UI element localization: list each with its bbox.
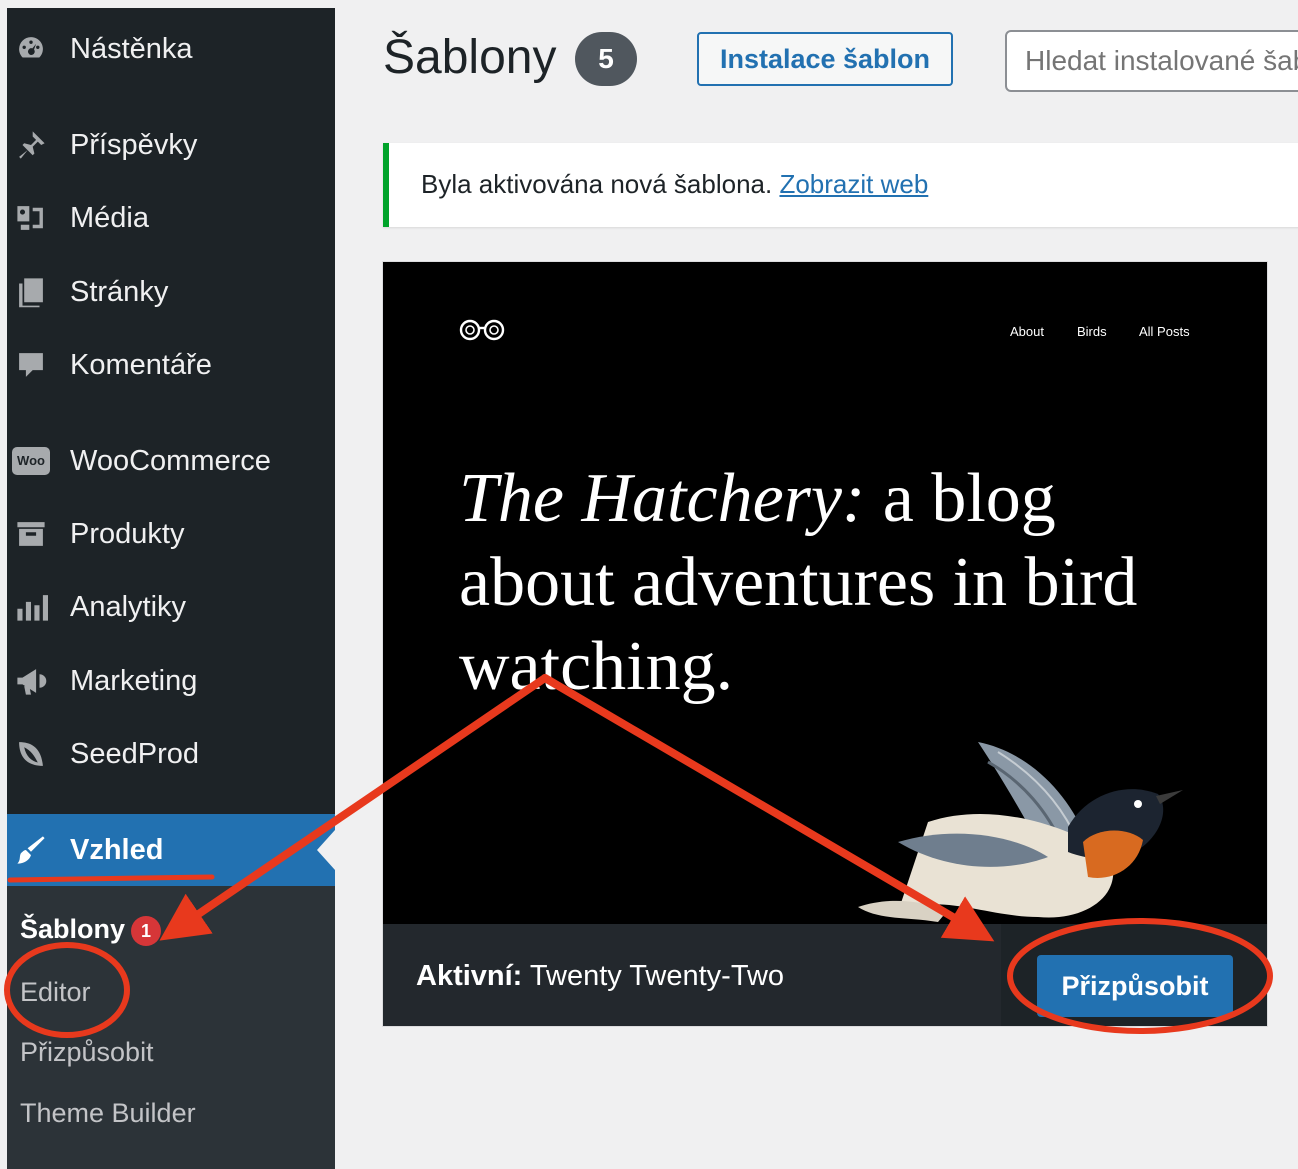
menu-item-analytics[interactable]: Analytiky: [7, 581, 335, 633]
submenu-item-theme-builder[interactable]: Theme Builder: [20, 1098, 196, 1129]
submenu-label: Šablony: [20, 914, 126, 944]
menu-item-woocommerce[interactable]: Woo WooCommerce: [7, 435, 335, 487]
menu-label: Média: [70, 201, 149, 234]
paintbrush-icon: [11, 830, 51, 870]
menu-label: Příspěvky: [70, 128, 198, 161]
megaphone-icon: [11, 661, 51, 701]
pin-icon: [11, 125, 51, 165]
menu-label: Stránky: [70, 275, 169, 308]
preview-nav-birds: Birds: [1077, 324, 1107, 339]
chart-bar-icon: [11, 587, 51, 627]
woo-icon: Woo: [11, 441, 51, 481]
menu-item-comments[interactable]: Komentáře: [7, 339, 335, 391]
menu-item-media[interactable]: Média: [7, 192, 335, 244]
menu-label: Nástěnka: [70, 32, 193, 65]
menu-label: Produkty: [70, 517, 185, 550]
menu-item-marketing[interactable]: Marketing: [7, 655, 335, 707]
menu-item-products[interactable]: Produkty: [7, 508, 335, 560]
comment-icon: [11, 345, 51, 385]
archive-icon: [11, 514, 51, 554]
menu-label: Vzhled: [70, 833, 164, 866]
seedprod-icon: [11, 734, 51, 774]
install-themes-button[interactable]: Instalace šablon: [697, 32, 953, 86]
dashboard-icon: [11, 29, 51, 69]
binoculars-logo-icon: [459, 319, 505, 341]
active-prefix: Aktivní:: [416, 960, 523, 992]
notice-message: Byla aktivována nová šablona.: [421, 169, 773, 199]
menu-label: Komentáře: [70, 348, 212, 381]
theme-card-footer: Aktivní: Twenty Twenty-Two Přizpůsobit: [383, 924, 1267, 1026]
preview-headline: The Hatchery: a blog about adventures in…: [459, 457, 1179, 709]
update-badge: 1: [131, 915, 162, 946]
active-theme-name: Twenty Twenty-Two: [529, 960, 785, 992]
menu-item-pages[interactable]: Stránky: [7, 266, 335, 318]
active-theme-card[interactable]: About Birds All Posts The Hatchery: a bl…: [383, 262, 1267, 1026]
page-title: Šablony: [383, 31, 557, 84]
appearance-submenu: Šablony 1 Editor Přizpůsobit Theme Builde…: [7, 886, 335, 1169]
menu-item-appearance[interactable]: Vzhled: [7, 814, 335, 886]
menu-label: Analytiky: [70, 590, 187, 623]
active-theme-label: Aktivní: Twenty Twenty-Two: [416, 960, 784, 993]
submenu-item-themes[interactable]: Šablony 1: [20, 914, 162, 946]
bird-illustration: [858, 742, 1183, 922]
admin-sidebar: Nástěnka Příspěvky Média Stránky Komentá…: [7, 8, 335, 1169]
media-icon: [11, 198, 51, 238]
notice-text: Byla aktivována nová šablona. Zobrazit w…: [421, 169, 928, 200]
pages-icon: [11, 272, 51, 312]
view-site-link[interactable]: Zobrazit web: [779, 169, 928, 199]
preview-nav-all-posts: All Posts: [1139, 324, 1190, 339]
menu-item-dashboard[interactable]: Nástěnka: [7, 23, 335, 75]
submenu-item-customize[interactable]: Přizpůsobit: [20, 1037, 154, 1068]
submenu-item-editor[interactable]: Editor: [20, 977, 91, 1008]
menu-item-posts[interactable]: Příspěvky: [7, 119, 335, 171]
woo-icon-text: Woo: [12, 447, 50, 475]
headline-italic: The Hatchery:: [459, 460, 866, 537]
theme-count-badge: 5: [575, 32, 637, 86]
menu-item-seedprod[interactable]: SeedProd: [7, 728, 335, 780]
active-notch: [317, 830, 335, 870]
menu-label: Marketing: [70, 664, 198, 697]
success-notice: Byla aktivována nová šablona. Zobrazit w…: [383, 143, 1298, 227]
search-themes-input[interactable]: [1005, 30, 1298, 92]
preview-nav-about: About: [1010, 324, 1044, 339]
customize-button[interactable]: Přizpůsobit: [1037, 955, 1233, 1017]
menu-label: WooCommerce: [70, 444, 271, 477]
menu-label: SeedProd: [70, 737, 199, 770]
